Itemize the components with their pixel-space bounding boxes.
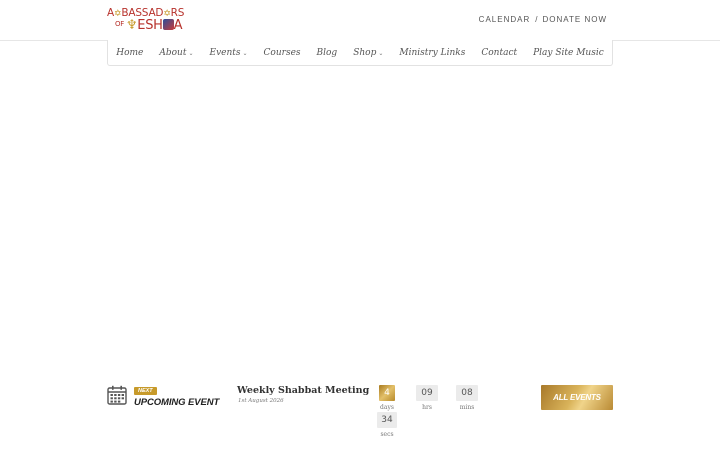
countdown-minutes: 08 mins <box>456 385 478 411</box>
nav-item-label: Play Site Music <box>533 47 604 58</box>
nav-item-label: Shop <box>353 47 377 58</box>
calendar-link[interactable]: CALENDAR <box>479 15 531 24</box>
all-events-button[interactable]: ALL EVENTS <box>541 385 613 410</box>
countdown-hours-value: 09 <box>416 385 438 401</box>
nav-item-label: Home <box>116 47 144 58</box>
logo-line-2: OF ♆ESH A <box>115 18 183 33</box>
upcoming-event-label: UPCOMING EVENT <box>134 397 220 408</box>
countdown-days-value: 4 <box>379 385 395 401</box>
countdown-seconds-value: 34 <box>377 412 397 428</box>
top-links-separator: / <box>535 15 538 24</box>
nav-item-label: Ministry Links <box>399 47 466 58</box>
countdown-minutes-value: 08 <box>456 385 478 401</box>
nav-item-label: Courses <box>263 47 301 58</box>
event-date: 1st August 2026 <box>238 398 284 404</box>
countdown-hours: 09 hrs <box>416 385 438 411</box>
nav-item-blog[interactable]: Blog <box>317 48 338 58</box>
nav-item-label: Contact <box>481 47 518 58</box>
main-navigation: Home About ⌄ Events ⌄ Courses Blog Shop ⌄ Ministr… <box>107 40 613 66</box>
emblem-icon <box>162 19 174 30</box>
countdown-minutes-label: mins <box>459 404 475 411</box>
nav-item-contact[interactable]: Contact <box>481 48 517 58</box>
nav-item-label: Events <box>209 47 241 58</box>
chevron-down-icon: ⌄ <box>378 49 384 57</box>
countdown-days-label: days <box>380 404 394 411</box>
nav-item-ministry-links[interactable]: Ministry Links <box>399 48 465 58</box>
countdown-days: 4 days <box>376 385 398 411</box>
nav-item-label: About <box>159 47 187 58</box>
nav-item-label: Blog <box>316 47 338 58</box>
nav-item-shop[interactable]: Shop ⌄ <box>353 48 383 58</box>
nav-item-events[interactable]: Events ⌄ <box>210 48 248 58</box>
nav-list: Home About ⌄ Events ⌄ Courses Blog Shop ⌄ Ministr… <box>108 40 612 65</box>
calendar-icon <box>107 385 127 405</box>
event-title[interactable]: Weekly Shabbat Meeting <box>237 385 369 396</box>
countdown-seconds: 34 secs <box>376 412 398 438</box>
site-header: A✡BASSAD✡RS OF ♆ESH A CALENDAR / DONATE NOW <box>0 0 720 41</box>
nav-item-courses[interactable]: Courses <box>264 48 301 58</box>
menorah-icon: ♆ <box>125 18 138 33</box>
countdown-seconds-label: secs <box>380 431 394 438</box>
nav-item-home[interactable]: Home <box>116 48 143 58</box>
nav-item-about[interactable]: About ⌄ <box>159 48 193 58</box>
chevron-down-icon: ⌄ <box>242 49 248 57</box>
chevron-down-icon: ⌄ <box>188 49 194 57</box>
donate-now-link[interactable]: DONATE NOW <box>542 15 607 24</box>
next-badge: NEXT <box>134 387 157 395</box>
site-logo[interactable]: A✡BASSAD✡RS OF ♆ESH A <box>107 7 195 33</box>
nav-item-play-site-music[interactable]: Play Site Music <box>533 48 604 58</box>
countdown-hours-label: hrs <box>422 404 432 411</box>
top-links: CALENDAR / DONATE NOW <box>479 15 607 24</box>
